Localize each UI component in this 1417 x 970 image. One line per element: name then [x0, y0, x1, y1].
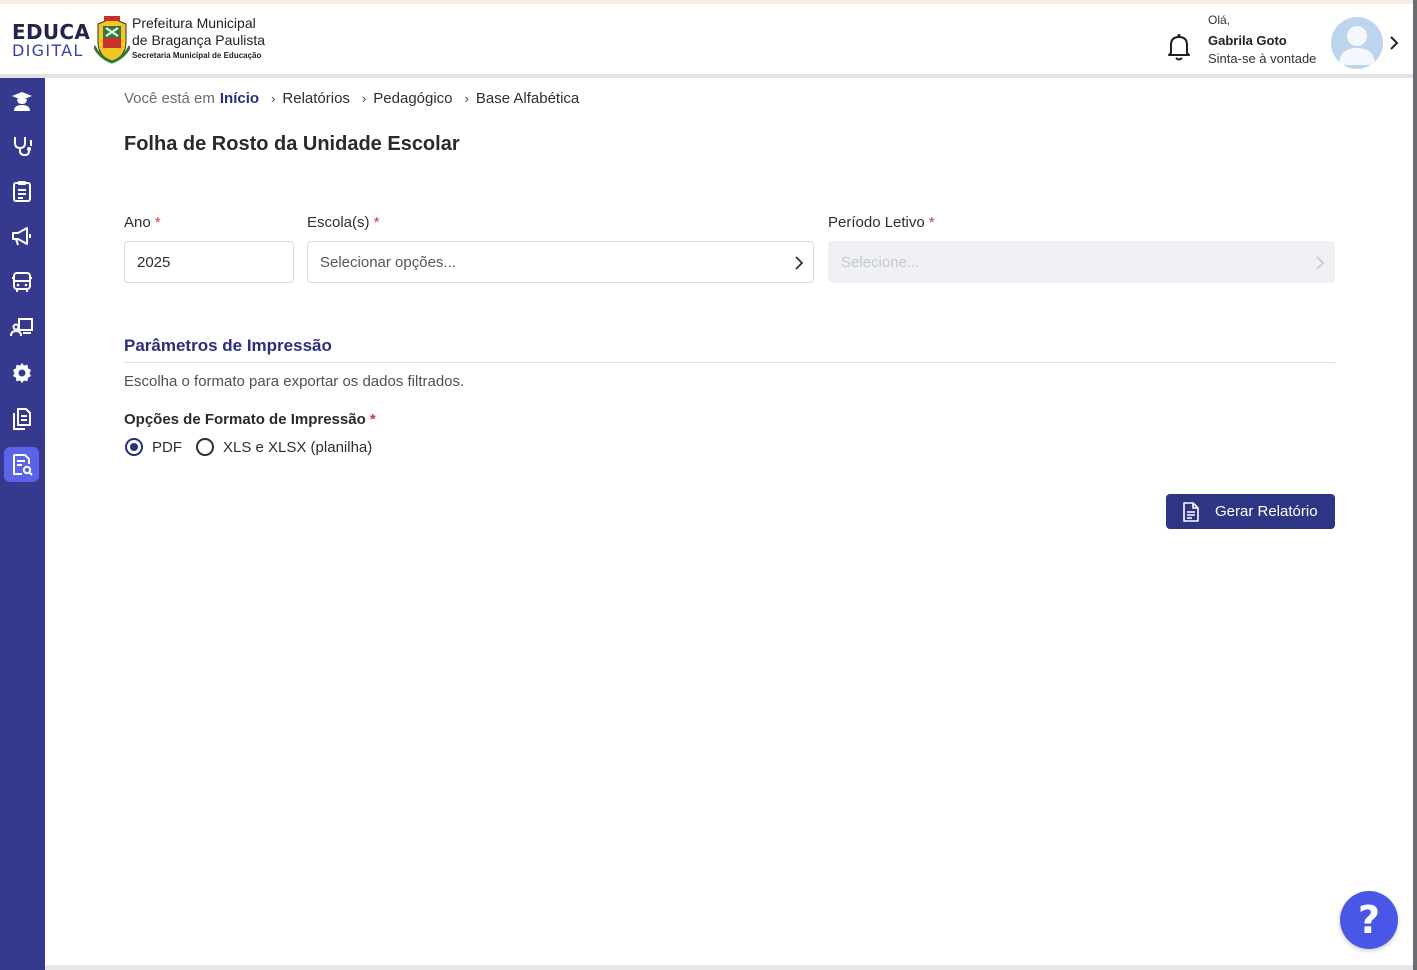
ano-label: Ano *: [124, 214, 161, 231]
radio-pdf-control[interactable]: [125, 438, 143, 456]
bus-icon: [11, 271, 32, 292]
radio-pdf[interactable]: PDF: [125, 438, 182, 456]
user-name: Gabrila Goto: [1208, 33, 1287, 48]
educa-digital-logo[interactable]: EDUCA DIGITAL: [12, 22, 90, 59]
prefeitura-text: Prefeitura Municipal de Bragança Paulist…: [132, 15, 265, 60]
breadcrumb-chevron-icon: ›: [464, 91, 469, 106]
sidebar: [0, 78, 45, 970]
notification-bell-icon[interactable]: [1162, 30, 1196, 64]
sidebar-item-documents[interactable]: [4, 401, 39, 436]
greeting-text: Olá,: [1208, 13, 1231, 27]
required-mark: *: [154, 214, 161, 231]
window-bottom-edge: [45, 965, 1413, 970]
print-params-description: Escolha o formato para exportar os dados…: [124, 373, 465, 390]
breadcrumb-item-base-alfabetica: Base Alfabética: [475, 90, 580, 107]
user-menu-chevron-icon[interactable]: [1387, 34, 1401, 52]
required-mark: *: [369, 411, 376, 428]
periodo-label: Período Letivo *: [828, 214, 935, 231]
header-divider: [0, 74, 1417, 78]
breadcrumb-item-relatorios[interactable]: Relatórios: [282, 90, 350, 107]
required-mark: *: [373, 214, 380, 231]
breadcrumb: Você está em Início › Relatórios › Pedag…: [124, 90, 579, 107]
megaphone-icon: [11, 226, 31, 245]
logo-line-1: EDUCA: [12, 20, 91, 44]
prefeitura-line-1: Prefeitura Municipal: [132, 15, 256, 31]
format-options-label-text: Opções de Formato de Impressão: [124, 411, 366, 428]
breadcrumb-chevron-icon: ›: [361, 91, 367, 106]
sidebar-item-classroom[interactable]: [4, 309, 39, 344]
escolas-label-text: Escola(s): [307, 214, 370, 231]
required-mark: *: [928, 214, 935, 231]
breadcrumb-prefix: Você está em: [124, 90, 215, 107]
radio-pdf-label: PDF: [152, 438, 182, 456]
prefeitura-line-2: de Bragança Paulista: [132, 31, 266, 48]
radio-xls-control[interactable]: [196, 438, 214, 456]
ano-label-text: Ano: [124, 214, 151, 231]
user-greeting: Olá, Gabrila Goto Sinta-se à vontade: [1208, 14, 1316, 65]
breadcrumb-chevron-icon: ›: [271, 91, 276, 106]
sidebar-item-reports[interactable]: [4, 447, 39, 482]
graduation-teacher-icon: [11, 91, 32, 111]
window-right-edge: [1413, 0, 1417, 970]
radio-xls-label: XLS e XLSX (planilha): [223, 438, 373, 456]
sidebar-item-clipboard[interactable]: [4, 173, 39, 208]
periodo-label-text: Período Letivo: [828, 214, 925, 231]
secretaria-text: Secretaria Municipal de Educação: [132, 50, 262, 60]
user-avatar-icon: [1339, 26, 1375, 65]
logo-line-2: DIGITAL: [12, 41, 84, 60]
documents-icon: [12, 407, 31, 430]
document-icon: [1183, 501, 1199, 522]
avatar[interactable]: [1331, 17, 1383, 69]
print-params-title: Parâmetros de Impressão: [124, 336, 332, 355]
section-divider: [124, 362, 1335, 363]
chevron-right-icon: [795, 256, 804, 270]
clipboard-icon: [12, 180, 31, 202]
escolas-placeholder: Selecionar opções...: [320, 253, 456, 271]
app-header: EDUCA DIGITAL Prefeitura Municipal de Br…: [0, 4, 1417, 74]
help-button[interactable]: ?: [1340, 891, 1398, 949]
gear-icon: [12, 362, 31, 383]
teacher-board-icon: [9, 317, 33, 336]
sidebar-item-transport[interactable]: [4, 264, 39, 299]
page-title: Folha de Rosto da Unidade Escolar: [124, 133, 460, 155]
coat-of-arms-icon: [94, 16, 130, 64]
periodo-select: Selecione...: [828, 241, 1335, 283]
ano-value: 2025: [137, 253, 171, 271]
escolas-select[interactable]: Selecionar opções...: [307, 241, 814, 283]
escolas-label: Escola(s) *: [307, 214, 380, 231]
stethoscope-icon: [13, 136, 32, 156]
sidebar-item-health[interactable]: [4, 128, 39, 163]
ano-field[interactable]: 2025: [124, 241, 294, 283]
user-subtitle: Sinta-se à vontade: [1208, 51, 1317, 66]
format-options-label: Opções de Formato de Impressão *: [124, 411, 376, 428]
question-mark-icon: ?: [1357, 898, 1381, 942]
chevron-right-icon: [1316, 256, 1325, 270]
sidebar-item-settings[interactable]: [4, 355, 39, 390]
sidebar-item-announcements[interactable]: [4, 218, 39, 253]
generate-report-button[interactable]: Gerar Relatório: [1166, 494, 1335, 529]
periodo-placeholder: Selecione...: [841, 253, 920, 271]
generate-report-label: Gerar Relatório: [1215, 503, 1318, 520]
breadcrumb-home-link[interactable]: Início: [220, 90, 259, 107]
radio-selected-dot: [130, 443, 138, 451]
sidebar-item-education[interactable]: [4, 83, 39, 118]
report-search-icon: [12, 453, 33, 476]
breadcrumb-item-pedagogico[interactable]: Pedagógico: [373, 90, 452, 107]
radio-xls[interactable]: XLS e XLSX (planilha): [196, 438, 372, 456]
